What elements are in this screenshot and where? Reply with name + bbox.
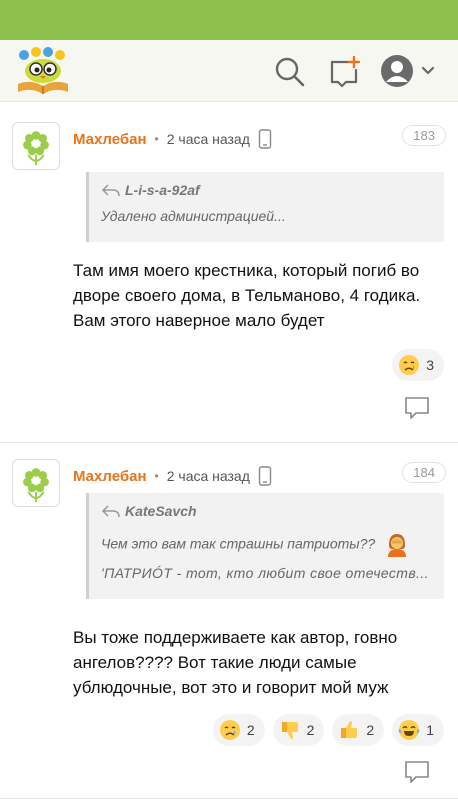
quote-text-line: Чем это вам так страшны патриоты?? (101, 531, 432, 559)
reply-arrow-icon (101, 184, 120, 197)
status-bar (0, 0, 458, 40)
crying-face-emoji (219, 720, 240, 740)
reaction-thumbs-down[interactable]: 2 (272, 714, 325, 746)
user-avatar-icon[interactable] (380, 54, 436, 88)
comment-number[interactable]: 183 (402, 125, 446, 146)
reaction-count: 1 (426, 722, 434, 738)
reaction-crying[interactable]: 2 (212, 714, 265, 746)
author-name[interactable]: Махлебан (73, 468, 147, 485)
quote-author[interactable]: L-i-s-a-92af (125, 182, 200, 198)
reaction-crying[interactable]: 3 (392, 349, 444, 381)
owl-book-logo[interactable] (14, 46, 72, 96)
crying-face-emoji (399, 355, 420, 375)
search-icon[interactable] (272, 54, 306, 88)
avatar[interactable] (12, 122, 60, 170)
comment-header: Махлебан • 2 часа назад (73, 129, 272, 149)
comment-card: Махлебан • 2 часа назад 183 L-i-s-a-92af… (0, 106, 458, 443)
reaction-thumbs-up[interactable]: 2 (332, 714, 385, 746)
reaction-count: 3 (426, 357, 434, 373)
facepalm-woman-emoji (388, 534, 407, 557)
author-name[interactable]: Махлебан (73, 131, 147, 148)
quote-block[interactable]: KateSavch Чем это вам так страшны патрио… (86, 493, 444, 599)
reactions-bar: 2 2 2 1 (212, 714, 444, 746)
reaction-count: 2 (246, 722, 255, 738)
reply-comment-icon[interactable] (404, 396, 430, 420)
separator-dot: • (154, 132, 159, 146)
reply-comment-icon[interactable] (404, 760, 430, 784)
separator-dot: • (154, 469, 159, 483)
quote-author-row: L-i-s-a-92af (101, 182, 432, 198)
quote-text: Удалено администрацией... (101, 208, 286, 224)
reactions-bar: 3 (392, 349, 444, 381)
reaction-count: 2 (306, 722, 315, 738)
comment-time: 2 часа назад (166, 131, 250, 147)
new-post-icon[interactable] (328, 54, 362, 88)
comment-time: 2 часа назад (166, 468, 250, 484)
reply-arrow-icon (101, 505, 120, 518)
quote-author[interactable]: KateSavch (125, 503, 197, 519)
quote-text-2: 'ПАТРИÓТ - тот, кто любит свое отечеств.… (101, 565, 429, 581)
mobile-phone-icon (258, 466, 272, 486)
comment-card: Махлебан • 2 часа назад 184 KateSavch Че… (0, 443, 458, 799)
chevron-down-icon (421, 66, 435, 75)
avatar[interactable] (12, 459, 60, 507)
quote-block[interactable]: L-i-s-a-92af Удалено администрацией... (86, 172, 444, 242)
comment-number[interactable]: 184 (402, 462, 446, 483)
reaction-count: 2 (366, 722, 375, 738)
thumbs-down-emoji (281, 722, 298, 739)
comment-text: Вы тоже поддерживаете как автор, говно а… (73, 628, 398, 697)
mobile-phone-icon (258, 129, 272, 149)
quote-author-row: KateSavch (101, 503, 432, 519)
thumbs-up-emoji (341, 721, 358, 738)
reaction-tears-of-joy[interactable]: 1 (392, 714, 444, 746)
tears-of-joy-emoji (398, 720, 420, 740)
quote-text: Чем это вам так страшны патриоты?? (101, 535, 376, 552)
comment-header: Махлебан • 2 часа назад (73, 466, 272, 486)
comment-text: Там имя моего крестника, который погиб в… (73, 261, 421, 330)
app-header (0, 40, 458, 102)
